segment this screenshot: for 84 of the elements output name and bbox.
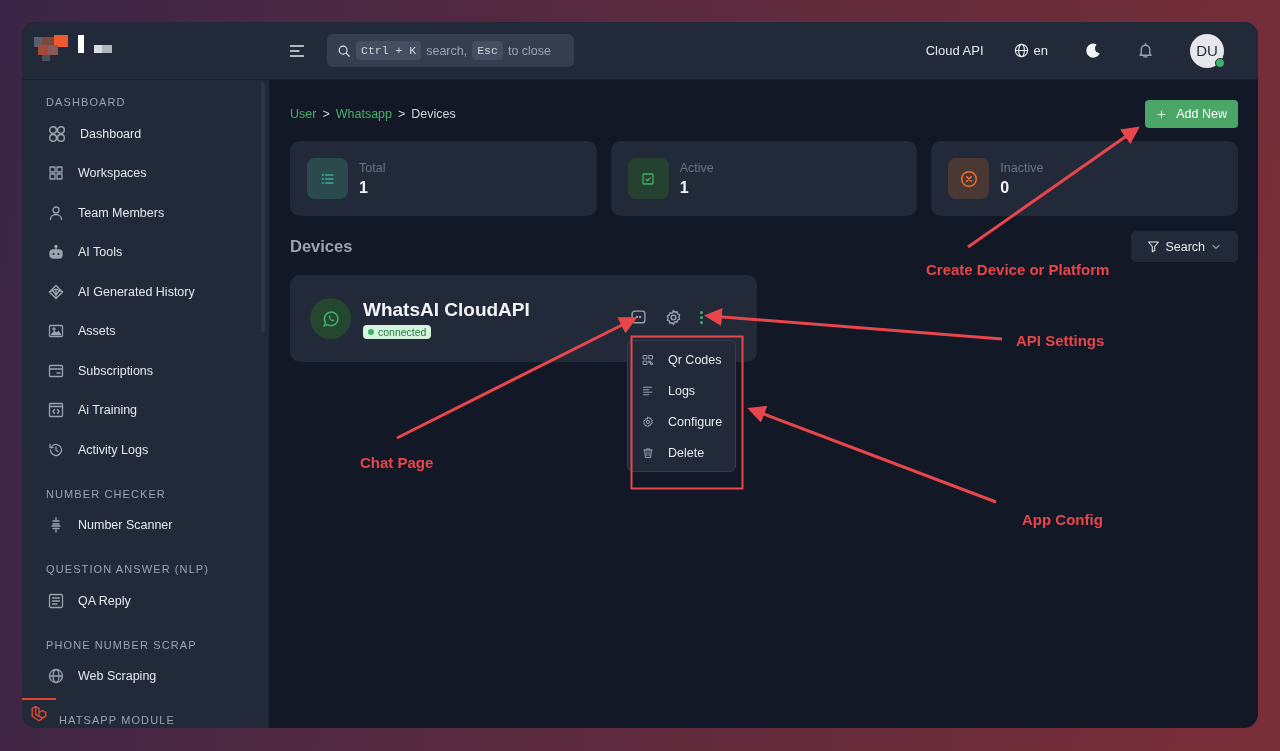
- menu-icon: [289, 42, 305, 59]
- breadcrumb-separator: >: [322, 107, 330, 121]
- sidebar-section-title: PHONE NUMBER SCRAP: [46, 637, 198, 653]
- chat-icon: [630, 309, 647, 326]
- sidebar-item[interactable]: Ai Training: [78, 403, 138, 418]
- sidebar-item[interactable]: Team Members: [78, 205, 165, 220]
- sidebar-item[interactable]: QA Reply: [78, 593, 131, 608]
- stat-value: 1: [359, 178, 369, 197]
- chat-button[interactable]: [630, 309, 647, 326]
- sidebar-item[interactable]: Activity Logs: [78, 442, 149, 457]
- stat-value: 1: [679, 178, 690, 197]
- sidebar-item[interactable]: Web Scraping: [78, 669, 157, 684]
- code-window-icon: [48, 402, 64, 419]
- settings-button[interactable]: [665, 309, 682, 326]
- grid-icon: [48, 165, 64, 182]
- history-icon: [48, 441, 64, 458]
- theme-toggle-button[interactable]: [1084, 42, 1101, 59]
- sidebar-item[interactable]: Subscriptions: [78, 363, 154, 378]
- stat-label: Active: [679, 160, 714, 175]
- section-title: Devices: [290, 237, 353, 256]
- menu-item[interactable]: Qr Codes: [668, 352, 722, 367]
- sidebar-section-title: NUMBER CHECKER: [46, 486, 167, 502]
- menu-button[interactable]: [289, 42, 305, 59]
- sidebar-section-title: DASHBOARD: [46, 95, 127, 110]
- stat-label: Inactive: [1000, 160, 1044, 175]
- trash-icon: [642, 446, 654, 459]
- circles-grid-icon: [48, 124, 66, 143]
- cloud-api-link[interactable]: Cloud API: [925, 43, 984, 58]
- bell-icon: [1137, 42, 1154, 59]
- search-filter-button[interactable]: Search: [1131, 231, 1238, 262]
- notifications-button[interactable]: [1137, 42, 1154, 59]
- sidebar-item[interactable]: AI Tools: [78, 245, 123, 260]
- annotation-label: Create Device or Platform: [926, 261, 1110, 278]
- breadcrumb-item: Devices: [411, 107, 456, 121]
- settings-icon: [665, 309, 682, 326]
- layered-cube-icon: [30, 705, 48, 723]
- robot-icon: [48, 244, 64, 261]
- stat-label: Total: [359, 160, 386, 175]
- breadcrumb-item[interactable]: Whatsapp: [335, 107, 392, 121]
- more-options-button[interactable]: [700, 311, 703, 324]
- card-icon: [48, 362, 64, 379]
- lines-icon: [642, 384, 654, 397]
- sidebar-item[interactable]: Number Scanner: [78, 518, 173, 533]
- plus-icon: [1156, 108, 1168, 120]
- breadcrumb-item[interactable]: User: [290, 107, 317, 121]
- search-hint: to close: [507, 43, 552, 58]
- person-icon: [48, 204, 64, 221]
- menu-item[interactable]: Delete: [668, 445, 705, 460]
- menu-item[interactable]: Configure: [668, 414, 723, 429]
- globe-icon: [1013, 43, 1029, 58]
- device-name: WhatsAI CloudAPI: [363, 298, 530, 321]
- shortcut-key: Ctrl + K: [356, 41, 422, 60]
- cancel-circle-icon: [959, 169, 978, 188]
- sidebar-item[interactable]: Dashboard: [80, 126, 142, 141]
- framework-badge[interactable]: [22, 698, 56, 728]
- annotation-label: App Config: [1022, 511, 1103, 528]
- search-hint: search,: [426, 43, 468, 58]
- breadcrumb-separator: >: [398, 107, 406, 121]
- search-icon: [337, 43, 351, 58]
- filter-icon: [1147, 240, 1161, 253]
- qr-code-icon: [642, 353, 654, 366]
- sidebar-item[interactable]: Assets: [78, 324, 116, 339]
- logo-icon: [34, 34, 112, 63]
- annotation-label: Chat Page: [360, 454, 434, 471]
- sidebar-item[interactable]: AI Generated History: [78, 284, 195, 299]
- search-field[interactable]: Ctrl + K search, Esc to close: [327, 34, 574, 67]
- shortcut-key: Esc: [472, 41, 503, 60]
- document-icon: [48, 592, 64, 609]
- language-selector[interactable]: en: [1033, 43, 1048, 58]
- menu-item[interactable]: Logs: [668, 383, 696, 398]
- checkbox-icon: [640, 170, 657, 187]
- sidebar-item[interactable]: Workspaces: [78, 166, 147, 181]
- user-avatar[interactable]: DU: [1190, 33, 1224, 68]
- annotation-label: API Settings: [1016, 332, 1105, 349]
- moon-icon: [1084, 42, 1101, 59]
- sidebar-section-title: QUESTION ANSWER (NLP): [46, 562, 211, 577]
- stat-value: 0: [1000, 178, 1011, 197]
- sidebar-section-title: HATSAPP MODULE: [58, 713, 176, 728]
- image-icon: [48, 323, 64, 340]
- cube-icon: [48, 283, 64, 300]
- globe-icon: [48, 668, 64, 685]
- gear-icon: [642, 415, 654, 428]
- whatsapp-icon: [310, 298, 351, 339]
- status-badge: connected: [363, 324, 432, 339]
